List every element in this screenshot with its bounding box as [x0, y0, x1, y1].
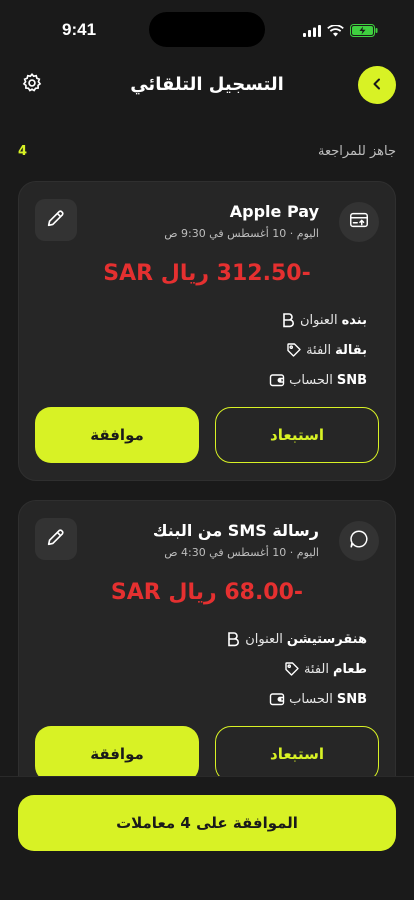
- wallet-icon: [269, 691, 285, 707]
- category-label: الفئة: [303, 661, 329, 677]
- account-label: الحساب: [289, 691, 333, 707]
- transaction-card: Apple Pay اليوم · 10 أغسطس في 9:30 ص -31…: [18, 181, 396, 481]
- bold-b-icon: [280, 312, 296, 328]
- status-bar: 9:41: [0, 0, 414, 54]
- pencil-icon: [45, 526, 67, 552]
- approve-button[interactable]: موافقة: [35, 726, 199, 782]
- transaction-date: اليوم · 10 أغسطس في 4:30 ص: [164, 546, 319, 559]
- transaction-name: رسالة SMS من البنك: [152, 521, 319, 540]
- edit-button[interactable]: [35, 518, 77, 560]
- bold-b-icon: [225, 631, 241, 647]
- pencil-icon: [45, 207, 67, 233]
- transaction-amount: -312.50 ريال SAR: [103, 261, 311, 286]
- payee-row: العنوان هنقرستيشن: [225, 631, 367, 647]
- edit-button[interactable]: [35, 199, 77, 241]
- battery-charging-icon: [350, 22, 378, 41]
- category-value: بقالة: [335, 342, 367, 358]
- message-bubble-icon: [348, 528, 370, 554]
- back-button[interactable]: [358, 66, 396, 104]
- app-header: التسجيل التلقائي: [0, 62, 414, 108]
- payee-value: هنقرستيشن: [286, 631, 367, 647]
- category-label: الفئة: [306, 342, 332, 358]
- cellular-signal-icon: [303, 22, 321, 41]
- payee-row: العنوان بنده: [280, 312, 367, 328]
- wifi-icon: [327, 22, 344, 41]
- reject-button[interactable]: استبعاد: [215, 407, 379, 463]
- category-value: طعام: [333, 661, 367, 677]
- transaction-name: Apple Pay: [229, 202, 319, 221]
- card-payment-icon: [348, 209, 370, 235]
- payee-value: بنده: [341, 312, 367, 328]
- review-section-header: 4 جاهز للمراجعة: [18, 144, 396, 159]
- account-label: الحساب: [289, 372, 333, 388]
- approve-all-button[interactable]: الموافقة على 4 معاملات: [18, 795, 396, 851]
- transaction-source-icon: [339, 521, 379, 561]
- approve-button[interactable]: موافقة: [35, 407, 199, 463]
- reject-button[interactable]: استبعاد: [215, 726, 379, 782]
- status-icons: [303, 22, 378, 41]
- page-title: التسجيل التلقائي: [130, 74, 284, 95]
- transaction-date: اليوم · 10 أغسطس في 9:30 ص: [164, 227, 319, 240]
- wallet-icon: [269, 372, 285, 388]
- transaction-amount: -68.00 ريال SAR: [110, 580, 304, 605]
- account-value: SNB: [336, 691, 367, 707]
- tag-icon: [284, 661, 300, 677]
- payee-label: العنوان: [299, 312, 338, 328]
- bottom-action-bar: الموافقة على 4 معاملات: [0, 776, 414, 900]
- review-count: 4: [18, 144, 28, 159]
- account-row: الحساب SNB: [269, 372, 367, 388]
- review-section-label: جاهز للمراجعة: [318, 144, 396, 159]
- account-value: SNB: [336, 372, 367, 388]
- payee-label: العنوان: [245, 631, 283, 647]
- category-row: الفئة طعام: [284, 661, 367, 677]
- transaction-source-icon: [339, 202, 379, 242]
- tag-icon: [286, 342, 302, 358]
- dynamic-island: [149, 12, 265, 47]
- chevron-left-icon: [370, 76, 384, 95]
- transaction-card: رسالة SMS من البنك اليوم · 10 أغسطس في 4…: [18, 500, 396, 800]
- account-row: الحساب SNB: [269, 691, 367, 707]
- status-time: 9:41: [62, 20, 97, 39]
- category-row: الفئة بقالة: [286, 342, 367, 358]
